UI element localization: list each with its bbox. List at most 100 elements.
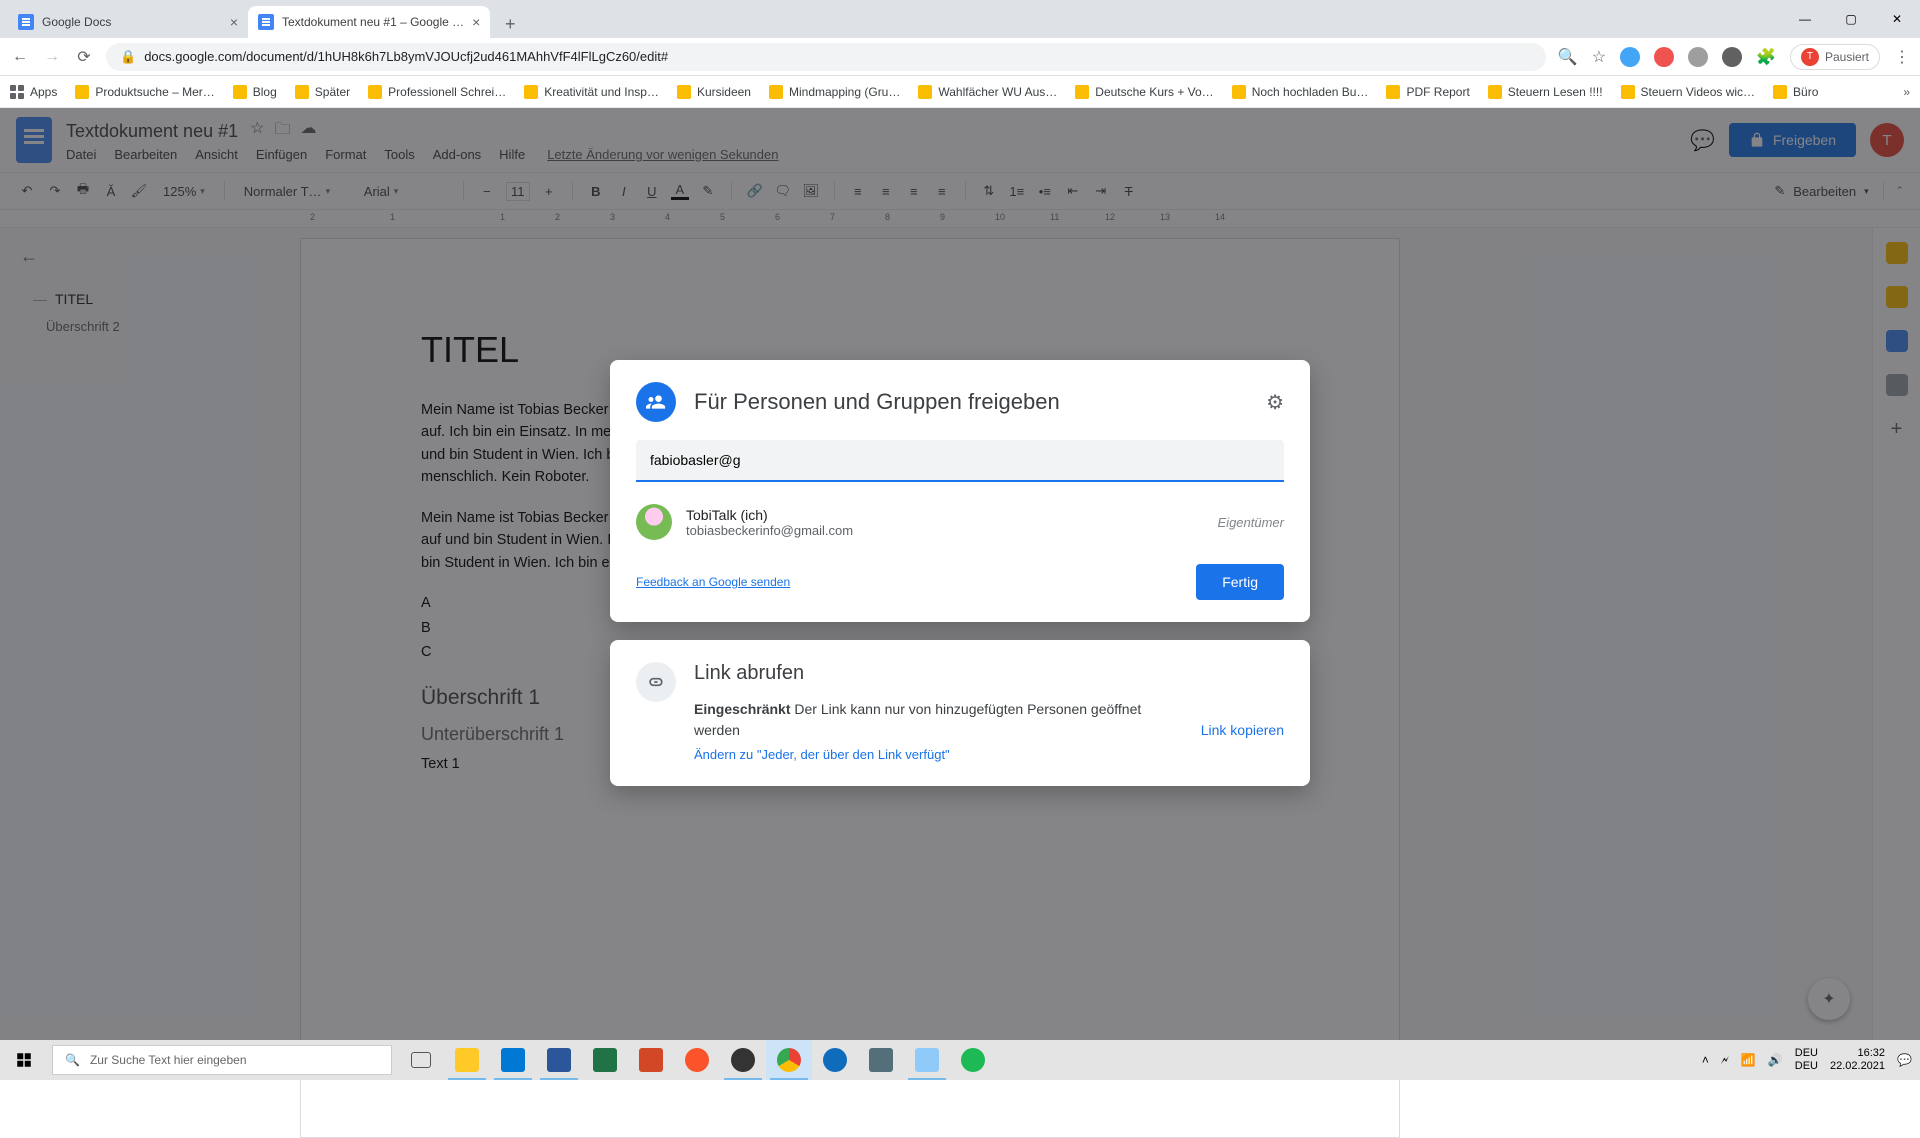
browser-tab[interactable]: Google Docs × xyxy=(8,6,248,38)
lang-line: DEU xyxy=(1795,1047,1818,1060)
taskbar-app-powerpoint[interactable] xyxy=(628,1040,674,1080)
tray-wifi-icon[interactable]: 📶 xyxy=(1741,1053,1756,1067)
profile-chip[interactable]: T Pausiert xyxy=(1790,44,1880,70)
close-tab-icon[interactable]: × xyxy=(230,14,238,30)
clock-time: 16:32 xyxy=(1830,1047,1885,1060)
bookmark-item[interactable]: PDF Report xyxy=(1386,85,1469,99)
taskbar-app-chrome[interactable] xyxy=(766,1040,812,1080)
share-person-row: TobiTalk (ich) tobiasbeckerinfo@gmail.co… xyxy=(636,504,1284,540)
restricted-label: Eingeschränkt xyxy=(694,701,790,717)
bookmarks-bar: Apps Produktsuche – Mer… Blog Später Pro… xyxy=(0,76,1920,108)
bookmark-item[interactable]: Mindmapping (Gru… xyxy=(769,85,900,99)
task-view-button[interactable] xyxy=(398,1040,444,1080)
share-dialog: Für Personen und Gruppen freigeben ⚙ Tob… xyxy=(610,360,1310,622)
taskbar-search-input[interactable]: 🔍 Zur Suche Text hier eingeben xyxy=(52,1045,392,1075)
tab-title: Google Docs xyxy=(42,15,111,29)
taskbar-app-explorer[interactable] xyxy=(444,1040,490,1080)
share-people-input[interactable] xyxy=(636,440,1284,482)
done-button[interactable]: Fertig xyxy=(1196,564,1284,600)
profile-avatar-icon: T xyxy=(1801,48,1819,66)
new-tab-button[interactable]: + xyxy=(496,10,524,38)
docs-favicon-icon xyxy=(18,14,34,30)
bookmark-item[interactable]: Noch hochladen Bu… xyxy=(1232,85,1369,99)
taskbar-app-word[interactable] xyxy=(536,1040,582,1080)
gear-icon[interactable]: ⚙ xyxy=(1266,390,1284,415)
reload-button[interactable]: ⟳ xyxy=(74,47,94,67)
taskbar-app-edge-legacy[interactable] xyxy=(490,1040,536,1080)
copy-link-button[interactable]: Link kopieren xyxy=(1201,722,1284,738)
taskbar-app-reader[interactable] xyxy=(858,1040,904,1080)
forward-button[interactable]: → xyxy=(42,48,62,66)
bookmark-label: Kreativität und Insp… xyxy=(544,85,659,99)
extension-icon[interactable] xyxy=(1688,47,1708,67)
folder-icon xyxy=(295,85,309,99)
back-button[interactable]: ← xyxy=(10,48,30,66)
bookmark-item[interactable]: Professionell Schrei… xyxy=(368,85,506,99)
close-tab-icon[interactable]: × xyxy=(472,14,480,30)
browser-tabstrip: Google Docs × Textdokument neu #1 – Goog… xyxy=(0,0,1920,38)
bookmark-item[interactable]: Kursideen xyxy=(677,85,751,99)
folder-icon xyxy=(1773,85,1787,99)
bookmark-label: Mindmapping (Gru… xyxy=(789,85,900,99)
search-placeholder: Zur Suche Text hier eingeben xyxy=(90,1053,247,1067)
tray-volume-icon[interactable]: 🔊 xyxy=(1768,1053,1783,1067)
bookmark-item[interactable]: Kreativität und Insp… xyxy=(524,85,659,99)
taskbar-app-excel[interactable] xyxy=(582,1040,628,1080)
browser-toolbar: ← → ⟳ 🔒 docs.google.com/document/d/1hUH8… xyxy=(0,38,1920,76)
taskbar-app-notepad[interactable] xyxy=(904,1040,950,1080)
bookmark-item[interactable]: Büro xyxy=(1773,85,1818,99)
bookmark-item[interactable]: Später xyxy=(295,85,350,99)
bookmark-label: Produktsuche – Mer… xyxy=(95,85,214,99)
taskbar-app-spotify[interactable] xyxy=(950,1040,996,1080)
bookmark-star-icon[interactable]: ☆ xyxy=(1592,47,1606,67)
taskbar-app-obs[interactable] xyxy=(720,1040,766,1080)
window-maximize-button[interactable]: ▢ xyxy=(1828,0,1874,38)
zoom-icon[interactable]: 🔍 xyxy=(1558,47,1578,67)
clock-date: 22.02.2021 xyxy=(1830,1060,1885,1073)
bookmarks-overflow-icon[interactable]: » xyxy=(1903,85,1910,99)
window-close-button[interactable]: ✕ xyxy=(1874,0,1920,38)
folder-icon xyxy=(1232,85,1246,99)
taskbar-app-edge[interactable] xyxy=(812,1040,858,1080)
change-access-link[interactable]: Ändern zu "Jeder, der über den Link verf… xyxy=(694,747,950,762)
bookmark-label: Professionell Schrei… xyxy=(388,85,506,99)
folder-icon xyxy=(769,85,783,99)
extension-icon[interactable] xyxy=(1654,47,1674,67)
person-role: Eigentümer xyxy=(1218,515,1284,530)
taskbar-app-brave[interactable] xyxy=(674,1040,720,1080)
bookmark-label: PDF Report xyxy=(1406,85,1469,99)
tray-battery-icon[interactable]: 🗲 xyxy=(1721,1053,1729,1068)
bookmark-item[interactable]: Steuern Videos wic… xyxy=(1621,85,1756,99)
bookmark-label: Blog xyxy=(253,85,277,99)
lock-icon: 🔒 xyxy=(120,49,136,65)
bookmark-item[interactable]: Blog xyxy=(233,85,277,99)
send-feedback-link[interactable]: Feedback an Google senden xyxy=(636,575,790,589)
extensions-puzzle-icon[interactable]: 🧩 xyxy=(1756,47,1776,67)
people-icon xyxy=(636,382,676,422)
address-bar[interactable]: 🔒 docs.google.com/document/d/1hUH8k6h7Lb… xyxy=(106,43,1546,71)
tray-overflow-icon[interactable]: ˄ xyxy=(1702,1053,1709,1067)
browser-tab-active[interactable]: Textdokument neu #1 – Google … × xyxy=(248,6,490,38)
tray-clock[interactable]: 16:32 22.02.2021 xyxy=(1830,1047,1885,1072)
bookmark-label: Noch hochladen Bu… xyxy=(1252,85,1369,99)
window-minimize-button[interactable]: — xyxy=(1782,0,1828,38)
bookmark-label: Büro xyxy=(1793,85,1818,99)
bookmark-item[interactable]: Produktsuche – Mer… xyxy=(75,85,214,99)
bookmark-item[interactable]: Deutsche Kurs + Vo… xyxy=(1075,85,1213,99)
folder-icon xyxy=(233,85,247,99)
search-icon: 🔍 xyxy=(65,1053,80,1067)
docs-favicon-icon xyxy=(258,14,274,30)
bookmark-label: Steuern Videos wic… xyxy=(1641,85,1756,99)
apps-shortcut[interactable]: Apps xyxy=(10,85,57,99)
get-link-dialog: Link abrufen Eingeschränkt Der Link kann… xyxy=(610,640,1310,786)
folder-icon xyxy=(1621,85,1635,99)
tray-language[interactable]: DEU DEU xyxy=(1795,1047,1818,1072)
bookmark-item[interactable]: Steuern Lesen !!!! xyxy=(1488,85,1603,99)
share-dialog-title: Für Personen und Gruppen freigeben xyxy=(694,389,1248,415)
tray-notifications-icon[interactable]: 💬 xyxy=(1897,1053,1912,1067)
bookmark-item[interactable]: Wahlfächer WU Aus… xyxy=(918,85,1057,99)
start-button[interactable] xyxy=(0,1040,48,1080)
chrome-menu-button[interactable]: ⋮ xyxy=(1894,47,1910,67)
extension-icon[interactable] xyxy=(1620,47,1640,67)
extension-icon[interactable] xyxy=(1722,47,1742,67)
